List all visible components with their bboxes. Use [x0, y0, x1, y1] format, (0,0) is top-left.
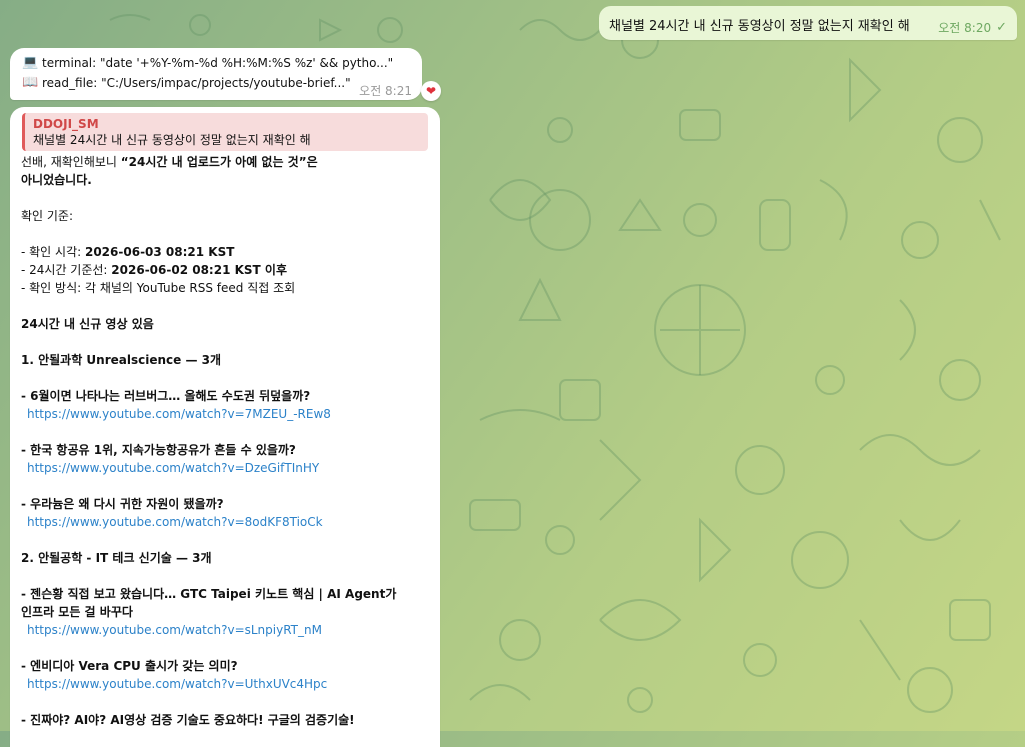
channel-heading-text: 2. 안될공학 - IT 테크 신기술 — 3개	[21, 551, 212, 565]
outgoing-message[interactable]: 채널별 24시간 내 신규 동영상이 정말 없는지 재확인 해 오전 8:20 …	[599, 6, 1017, 40]
video-title-text: - 진짜야? AI야? AI영상 검증 기술도 중요하다! 구글의 검증기술!	[21, 713, 355, 727]
video-title: - 6월이면 나타나는 러브버그… 올해도 수도권 뒤덮을까?	[21, 387, 435, 405]
tool-call-message[interactable]: 💻 terminal: "date '+%Y-%m-%d %H:%M:%S %z…	[10, 48, 422, 100]
video-title: 인프라 모든 걸 바꾸다	[21, 603, 435, 621]
reply-message[interactable]: DDOJI_SM 채널별 24시간 내 신규 동영상이 정말 없는지 재확인 해…	[10, 107, 440, 747]
video-title-text: - 우라늄은 왜 다시 귀한 자원이 됐을까?	[21, 497, 224, 511]
criteria-value: 각 채널의 YouTube RSS feed 직접 조회	[84, 281, 296, 295]
channel-heading: 1. 안될과학 Unrealscience — 3개	[21, 351, 435, 369]
tool-line-text: terminal: "date '+%Y-%m-%d %H:%M:%S %z' …	[42, 55, 394, 70]
criteria-item: - 24시간 기준선: 2026-06-02 08:21 KST 이후	[21, 261, 435, 279]
video-title-text: - 한국 항공유 1위, 지속가능항공유가 흔들 수 있을까?	[21, 443, 296, 457]
double-check-icon: ✓	[996, 20, 1007, 35]
laptop-icon: 💻	[22, 55, 39, 70]
message-body: 선배, 재확인해보니 “24시간 내 업로드가 아예 없는 것”은 아니었습니다…	[21, 153, 435, 729]
criteria-item: - 확인 시각: 2026-06-03 08:21 KST	[21, 243, 435, 261]
channel-heading-text: 1. 안될과학 Unrealscience — 3개	[21, 353, 222, 367]
criteria-title: 확인 기준:	[21, 209, 74, 223]
video-link[interactable]: https://www.youtube.com/watch?v=DzeGifTI…	[21, 459, 435, 477]
intro-bold-2: 아니었습니다.	[21, 173, 92, 187]
intro-line-2: 아니었습니다.	[21, 171, 435, 189]
book-icon: 📖	[22, 75, 39, 90]
quote-text: 채널별 24시간 내 신규 동영상이 정말 없는지 재확인 해	[33, 133, 311, 147]
criteria-value: 2026-06-02 08:21 KST 이후	[111, 263, 287, 277]
intro-prefix: 선배, 재확인해보니	[21, 155, 121, 169]
video-title: - 진짜야? AI야? AI영상 검증 기술도 중요하다! 구글의 검증기술!	[21, 711, 435, 729]
video-title-text: - 6월이면 나타나는 러브버그… 올해도 수도권 뒤덮을까?	[21, 389, 311, 403]
video-link[interactable]: https://www.youtube.com/watch?v=8odKF8Ti…	[21, 513, 435, 531]
video-title: - 한국 항공유 1위, 지속가능항공유가 흔들 수 있을까?	[21, 441, 435, 459]
video-title: - 엔비디아 Vera CPU 출시가 갖는 의미?	[21, 657, 435, 675]
section-heading-text: 24시간 내 신규 영상 있음	[21, 317, 154, 331]
video-link[interactable]: https://www.youtube.com/watch?v=7MZEU_-R…	[21, 405, 435, 423]
quote-author: DDOJI_SM	[33, 117, 99, 131]
tool-line-terminal: 💻 terminal: "date '+%Y-%m-%d %H:%M:%S %z…	[22, 55, 393, 70]
video-title: - 젠슨황 직접 보고 왔습니다… GTC Taipei 키노트 핵심 | AI…	[21, 585, 435, 603]
criteria-label: - 확인 시각:	[21, 245, 85, 259]
section-heading: 24시간 내 신규 영상 있음	[21, 315, 435, 333]
outgoing-message-text: 채널별 24시간 내 신규 동영상이 정말 없는지 재확인 해	[609, 19, 910, 34]
video-title-text: 인프라 모든 걸 바꾸다	[21, 605, 133, 619]
video-title-text: - 젠슨황 직접 보고 왔습니다… GTC Taipei 키노트 핵심 | AI…	[21, 587, 397, 601]
criteria-item: - 확인 방식: 각 채널의 YouTube RSS feed 직접 조회	[21, 279, 435, 297]
video-title-text: - 엔비디아 Vera CPU 출시가 갖는 의미?	[21, 659, 238, 673]
criteria-label: - 24시간 기준선:	[21, 263, 112, 277]
heart-reaction-icon[interactable]: ❤	[421, 81, 441, 101]
criteria-label: - 확인 방식:	[21, 281, 85, 295]
video-link[interactable]: https://www.youtube.com/watch?v=sLnpiyRT…	[21, 621, 435, 639]
video-title: - 우라늄은 왜 다시 귀한 자원이 됐을까?	[21, 495, 435, 513]
quoted-message[interactable]: DDOJI_SM 채널별 24시간 내 신규 동영상이 정말 없는지 재확인 해	[22, 113, 428, 151]
video-link[interactable]: https://www.youtube.com/watch?v=UthxUVc4…	[21, 675, 435, 693]
tool-line-read-file: 📖 read_file: "C:/Users/impac/projects/yo…	[22, 75, 351, 90]
tool-line-text: read_file: "C:/Users/impac/projects/yout…	[42, 75, 351, 90]
channel-heading: 2. 안될공학 - IT 테크 신기술 — 3개	[21, 549, 435, 567]
outgoing-message-time: 오전 8:20	[938, 21, 992, 35]
intro-line: 선배, 재확인해보니 “24시간 내 업로드가 아예 없는 것”은	[21, 153, 435, 171]
criteria-value: 2026-06-03 08:21 KST	[84, 245, 235, 259]
outgoing-message-meta: 오전 8:20 ✓	[938, 19, 1007, 36]
message-time: 오전 8:21	[359, 84, 412, 98]
intro-bold: “24시간 내 업로드가 아예 없는 것”은	[120, 155, 318, 169]
